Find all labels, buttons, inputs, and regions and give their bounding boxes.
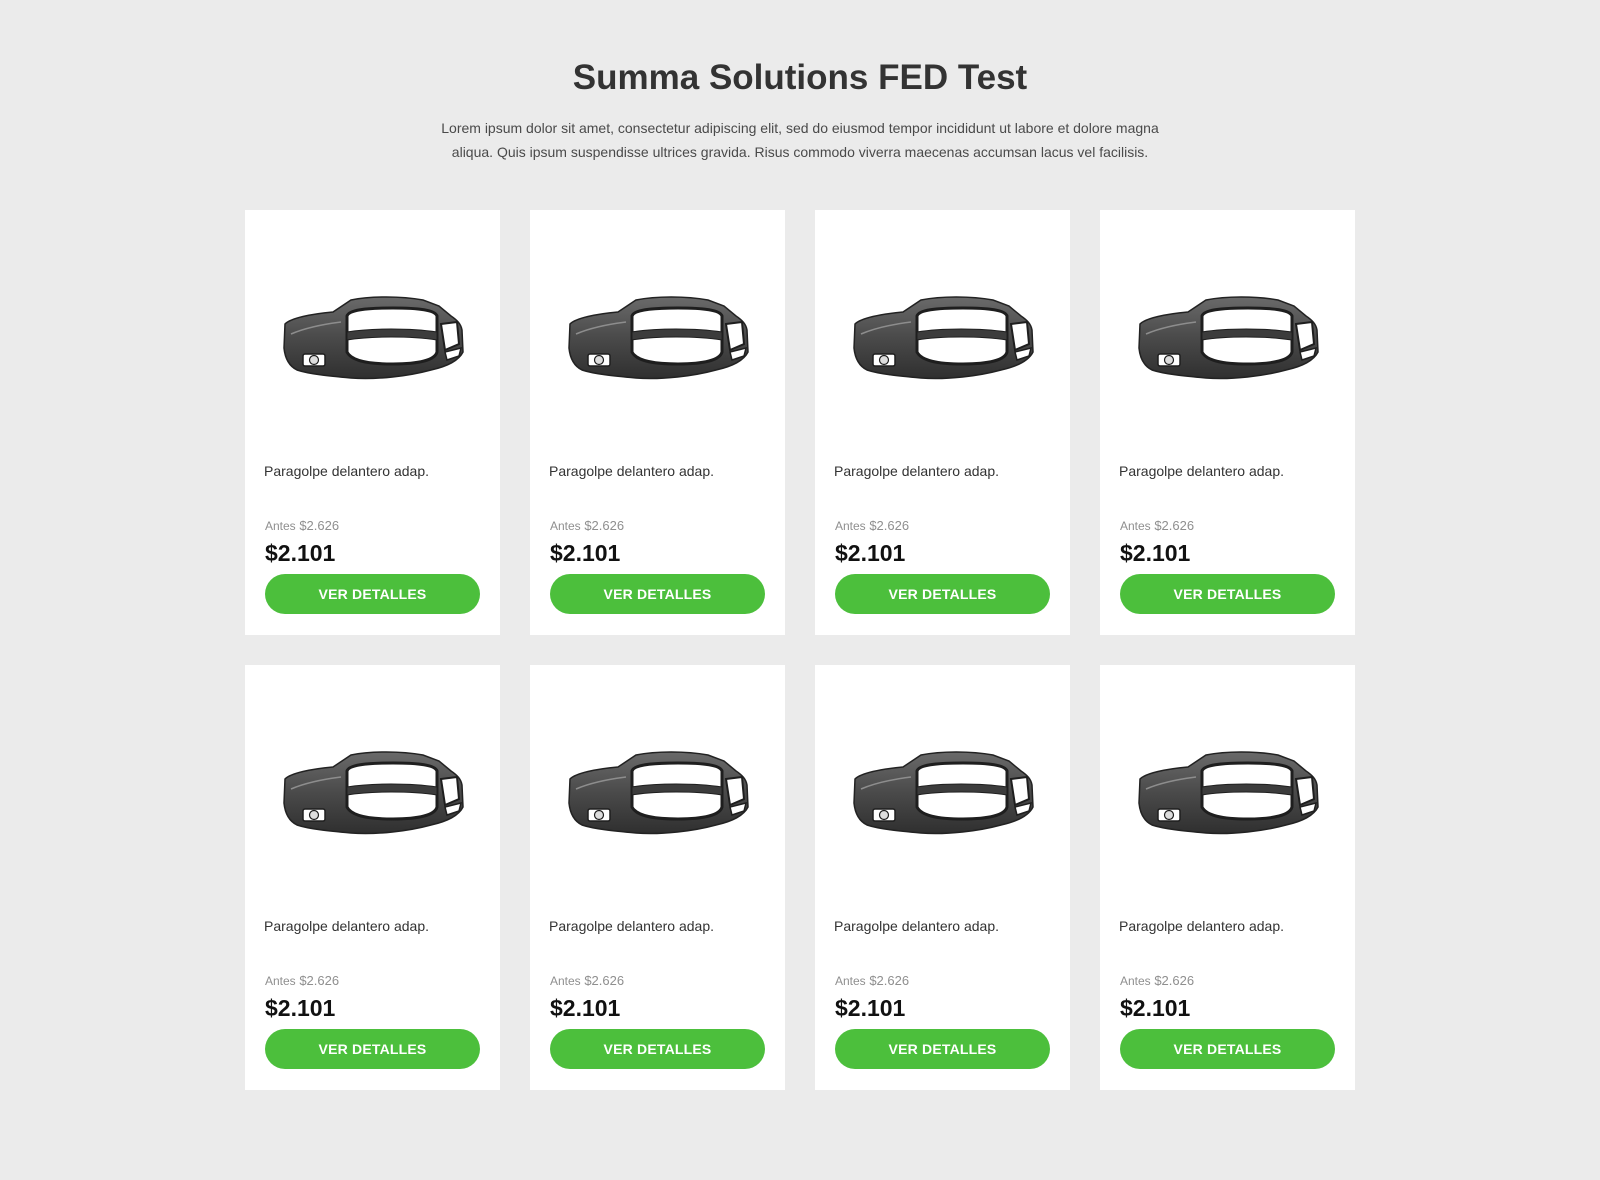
product-price: $2.101 (835, 540, 906, 566)
product-name[interactable]: Paragolpe delantero adap. (1119, 462, 1284, 480)
old-price-prefix: Antes (265, 974, 296, 988)
product-card: Paragolpe delantero adap. Antes $2.626 $… (1100, 665, 1355, 1090)
product-card: Paragolpe delantero adap. Antes $2.626 $… (530, 210, 785, 635)
car-bumper-image[interactable] (566, 749, 750, 839)
old-price-value: $2.626 (299, 518, 340, 533)
old-price-value: $2.626 (584, 973, 625, 988)
page-title: Summa Solutions FED Test (572, 58, 1028, 97)
product-name[interactable]: Paragolpe delantero adap. (264, 917, 429, 935)
product-price: $2.101 (835, 995, 906, 1021)
product-price: $2.101 (265, 995, 336, 1021)
product-name[interactable]: Paragolpe delantero adap. (834, 917, 999, 935)
old-price-value: $2.626 (869, 518, 910, 533)
product-card: Paragolpe delantero adap. Antes $2.626 $… (1100, 210, 1355, 635)
product-card: Paragolpe delantero adap. Antes $2.626 $… (530, 665, 785, 1090)
old-price-prefix: Antes (550, 974, 581, 988)
view-details-button[interactable]: VER DETALLES (265, 1029, 480, 1069)
car-bumper-image[interactable] (281, 294, 465, 384)
product-price: $2.101 (1120, 995, 1191, 1021)
product-name[interactable]: Paragolpe delantero adap. (1119, 917, 1284, 935)
old-price-value: $2.626 (299, 973, 340, 988)
old-price-prefix: Antes (550, 519, 581, 533)
car-bumper-image[interactable] (281, 749, 465, 839)
view-details-button[interactable]: VER DETALLES (1120, 1029, 1335, 1069)
page: Summa Solutions FED Test Lorem ipsum dol… (0, 0, 1600, 1180)
page-description: Lorem ipsum dolor sit amet, consectetur … (441, 120, 1159, 160)
product-old-price: Antes $2.626 (1120, 973, 1194, 989)
product-card: Paragolpe delantero adap. Antes $2.626 $… (815, 210, 1070, 635)
product-card: Paragolpe delantero adap. Antes $2.626 $… (245, 665, 500, 1090)
old-price-value: $2.626 (869, 973, 910, 988)
old-price-value: $2.626 (584, 518, 625, 533)
view-details-button[interactable]: VER DETALLES (550, 1029, 765, 1069)
view-details-button[interactable]: VER DETALLES (835, 1029, 1050, 1069)
product-card: Paragolpe delantero adap. Antes $2.626 $… (815, 665, 1070, 1090)
product-card: Paragolpe delantero adap. Antes $2.626 $… (245, 210, 500, 635)
car-bumper-image[interactable] (566, 294, 750, 384)
old-price-value: $2.626 (1154, 518, 1195, 533)
view-details-button[interactable]: VER DETALLES (1120, 574, 1335, 614)
old-price-prefix: Antes (1120, 974, 1151, 988)
old-price-prefix: Antes (265, 519, 296, 533)
car-bumper-image[interactable] (851, 294, 1035, 384)
product-price: $2.101 (265, 540, 336, 566)
product-old-price: Antes $2.626 (550, 518, 624, 534)
view-details-button[interactable]: VER DETALLES (265, 574, 480, 614)
product-old-price: Antes $2.626 (550, 973, 624, 989)
car-bumper-image[interactable] (1136, 294, 1320, 384)
product-price: $2.101 (550, 540, 621, 566)
product-price: $2.101 (550, 995, 621, 1021)
product-name[interactable]: Paragolpe delantero adap. (834, 462, 999, 480)
view-details-button[interactable]: VER DETALLES (550, 574, 765, 614)
product-grid: Paragolpe delantero adap. Antes $2.626 $… (245, 210, 1355, 1090)
car-bumper-image[interactable] (851, 749, 1035, 839)
product-old-price: Antes $2.626 (835, 518, 909, 534)
product-name[interactable]: Paragolpe delantero adap. (264, 462, 429, 480)
product-name[interactable]: Paragolpe delantero adap. (549, 917, 714, 935)
old-price-value: $2.626 (1154, 973, 1195, 988)
product-old-price: Antes $2.626 (265, 973, 339, 989)
product-old-price: Antes $2.626 (835, 973, 909, 989)
old-price-prefix: Antes (835, 519, 866, 533)
view-details-button[interactable]: VER DETALLES (835, 574, 1050, 614)
car-bumper-image[interactable] (1136, 749, 1320, 839)
product-old-price: Antes $2.626 (265, 518, 339, 534)
old-price-prefix: Antes (835, 974, 866, 988)
product-old-price: Antes $2.626 (1120, 518, 1194, 534)
product-name[interactable]: Paragolpe delantero adap. (549, 462, 714, 480)
old-price-prefix: Antes (1120, 519, 1151, 533)
product-price: $2.101 (1120, 540, 1191, 566)
